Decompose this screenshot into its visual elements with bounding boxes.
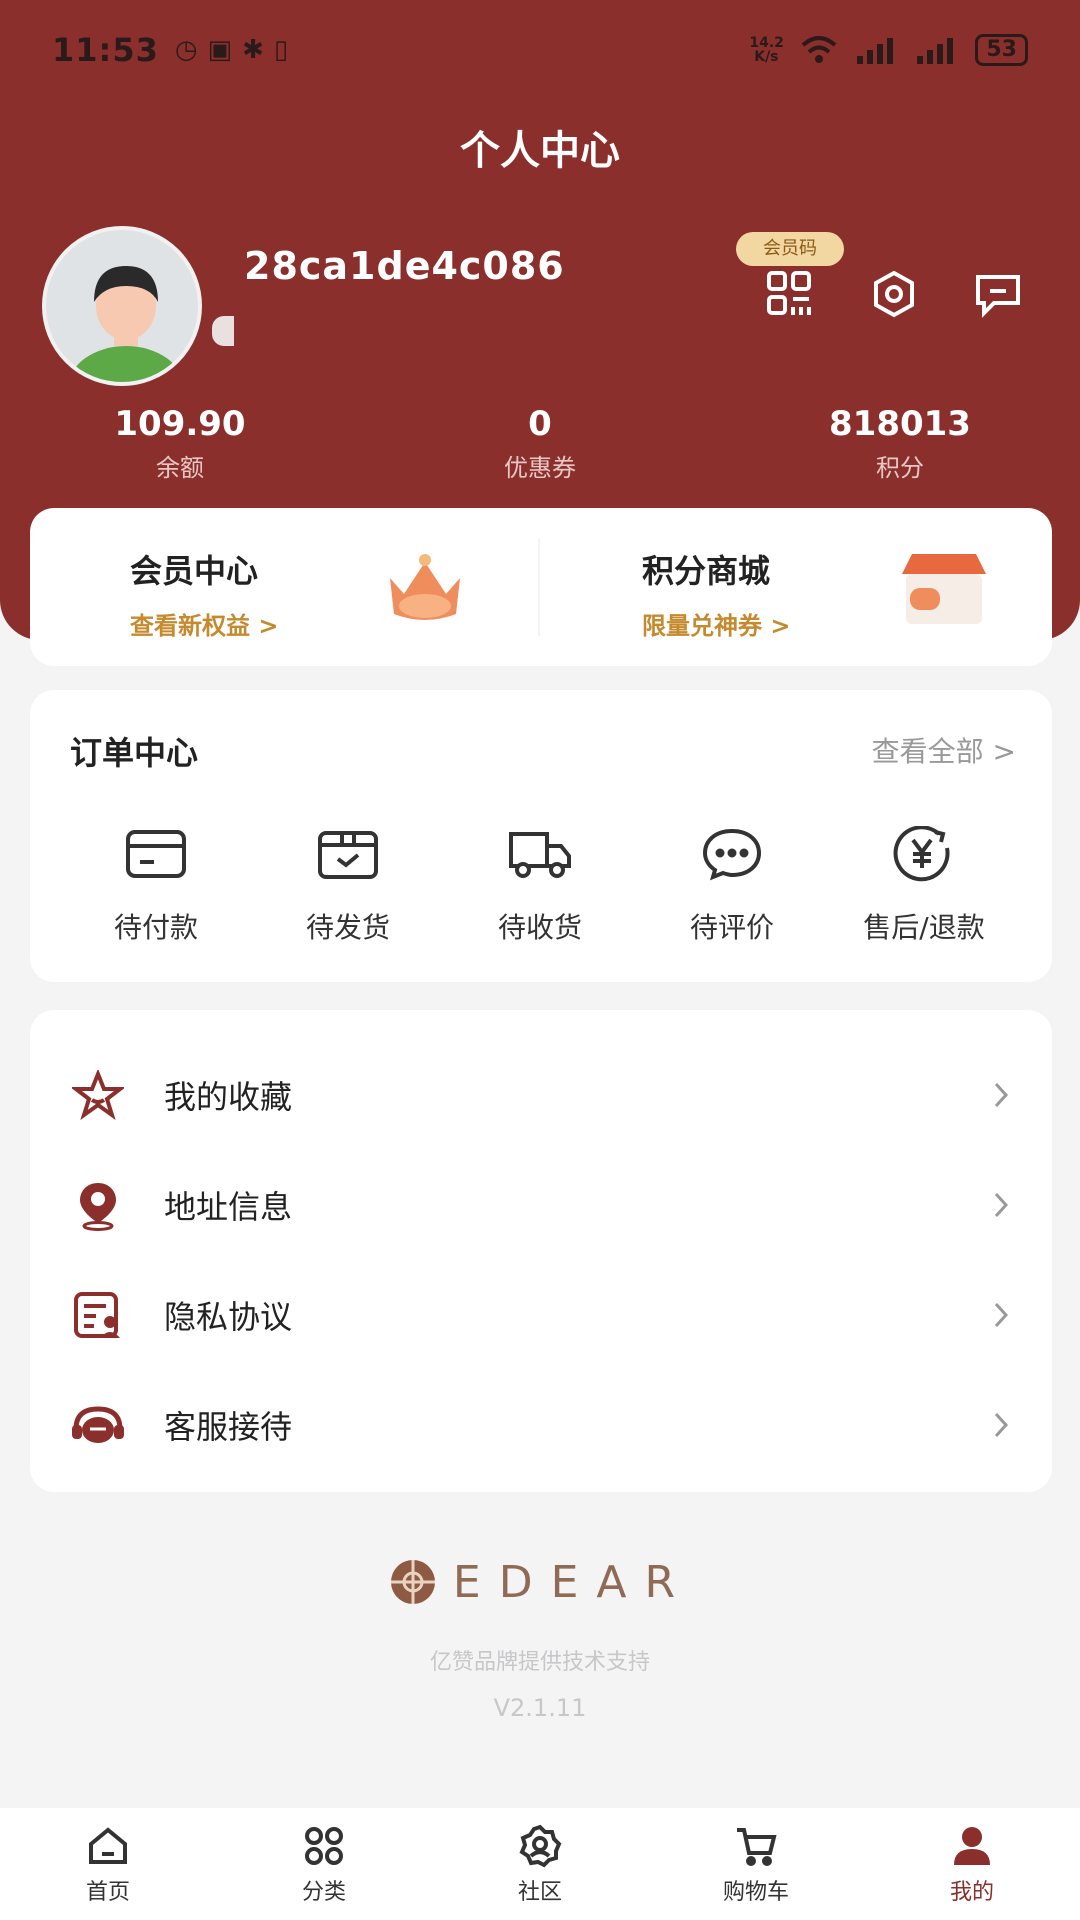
grid-icon bbox=[305, 1827, 343, 1865]
headset-icon bbox=[72, 1406, 124, 1443]
network-speed: 14.2 K/s bbox=[749, 35, 784, 65]
order-pending-receipt[interactable]: 待收货 bbox=[450, 824, 630, 946]
yen-refund-icon bbox=[893, 826, 950, 882]
menu-item-privacy-label: 隐私协议 bbox=[164, 1298, 293, 1336]
notification-icons: ◷ ▣ ✱ ▯ bbox=[175, 35, 288, 65]
app-notification-icon: ▣ bbox=[207, 35, 233, 65]
location-pin-icon bbox=[80, 1183, 116, 1231]
promo-divider bbox=[538, 538, 540, 636]
username: 28ca1de4c086 bbox=[244, 244, 565, 288]
order-pending-payment[interactable]: 待付款 bbox=[66, 824, 246, 946]
brand-logo: EDEAR bbox=[0, 1556, 1080, 1608]
points-mall-link[interactable]: 积分商城 限量兑神券 > bbox=[642, 546, 790, 641]
tab-category-label: 分类 bbox=[301, 1880, 346, 1905]
order-pending-payment-label: 待付款 bbox=[113, 911, 198, 944]
signal-icon bbox=[917, 38, 954, 64]
tab-cart-label: 购物车 bbox=[722, 1880, 789, 1905]
points-label: 积分 bbox=[876, 454, 924, 482]
truck-icon bbox=[509, 832, 571, 878]
avatar[interactable] bbox=[42, 226, 202, 386]
star-icon bbox=[72, 1070, 124, 1120]
brand-emblem-icon bbox=[390, 1560, 435, 1604]
menu-item-customer-service-label: 客服接待 bbox=[164, 1408, 293, 1446]
card-icon bbox=[126, 830, 186, 878]
tab-cart[interactable]: 购物车 bbox=[676, 1824, 836, 1906]
message-button[interactable] bbox=[970, 266, 1026, 322]
member-code-badge: 会员码 bbox=[736, 232, 844, 266]
chevron-right-icon bbox=[994, 1192, 1009, 1218]
tab-mine[interactable]: 我的 bbox=[892, 1824, 1052, 1906]
member-level-indicator bbox=[212, 316, 234, 346]
menu-item-address-label: 地址信息 bbox=[164, 1188, 293, 1226]
status-time: 11:53 bbox=[52, 31, 159, 69]
tab-home-label: 首页 bbox=[85, 1880, 130, 1905]
qrcode-button[interactable] bbox=[762, 266, 818, 322]
coupon-stat[interactable]: 0 优惠券 bbox=[390, 404, 690, 483]
brand-name: EDEAR bbox=[452, 1556, 694, 1608]
order-center-card: 订单中心 查看全部 > 待付款 待发货 待收货 待评价 售后/退款 bbox=[30, 690, 1052, 982]
points-mall-subtitle: 限量兑神券 > bbox=[642, 612, 791, 640]
document-user-icon bbox=[74, 1292, 120, 1338]
points-mall-title: 积分商城 bbox=[642, 552, 771, 590]
balance-value: 109.90 bbox=[114, 404, 246, 444]
menu-item-customer-service[interactable]: 客服接待 bbox=[30, 1370, 1052, 1480]
member-center-title: 会员中心 bbox=[130, 552, 259, 590]
tab-community[interactable]: 社区 bbox=[460, 1824, 620, 1906]
tab-mine-label: 我的 bbox=[949, 1880, 994, 1905]
chat-icon bbox=[702, 828, 762, 881]
tech-support-text: 亿赞品牌提供技术支持 bbox=[429, 1650, 650, 1675]
tab-bar: 首页 分类 社区 购物车 我的 bbox=[0, 1808, 1080, 1920]
order-center-title: 订单中心 bbox=[70, 734, 199, 772]
coupon-label: 优惠券 bbox=[504, 454, 576, 482]
menu-item-address[interactable]: 地址信息 bbox=[30, 1150, 1052, 1260]
menu-item-favorites[interactable]: 我的收藏 bbox=[30, 1040, 1052, 1150]
user-icon bbox=[954, 1827, 990, 1865]
wifi-icon bbox=[802, 36, 837, 63]
tab-category[interactable]: 分类 bbox=[244, 1824, 404, 1906]
points-value: 818013 bbox=[829, 404, 971, 444]
battery-icon: 53 bbox=[975, 34, 1028, 66]
chevron-right-icon bbox=[994, 1082, 1009, 1108]
status-bar: 11:53 ◷ ▣ ✱ ▯ 14.2 K/s 53 bbox=[0, 0, 1080, 100]
chevron-right-icon bbox=[994, 1302, 1009, 1328]
shop-box-icon bbox=[902, 554, 986, 624]
vibrate-icon: ▯ bbox=[273, 35, 289, 65]
message-icon bbox=[976, 275, 1020, 318]
settings-button[interactable] bbox=[866, 266, 922, 322]
tab-home[interactable]: 首页 bbox=[28, 1824, 188, 1906]
menu-item-favorites-label: 我的收藏 bbox=[164, 1078, 293, 1116]
crown-gift-icon bbox=[390, 554, 460, 620]
settings-hexagon-icon bbox=[874, 270, 914, 318]
status-indicators: 14.2 K/s 53 bbox=[749, 34, 1028, 66]
order-pending-shipment[interactable]: 待发货 bbox=[258, 824, 438, 946]
order-after-sales[interactable]: 售后/退款 bbox=[834, 824, 1014, 946]
box-icon bbox=[318, 831, 378, 879]
qrcode-icon bbox=[767, 271, 811, 315]
order-pending-receipt-label: 待收货 bbox=[497, 911, 582, 944]
bluetooth-icon: ✱ bbox=[242, 35, 264, 65]
menu-item-privacy[interactable]: 隐私协议 bbox=[30, 1260, 1052, 1370]
member-center-subtitle: 查看新权益 > bbox=[130, 612, 279, 640]
order-pending-shipment-label: 待发货 bbox=[305, 911, 390, 944]
points-stat[interactable]: 818013 积分 bbox=[750, 404, 1050, 483]
page-title: 个人中心 bbox=[460, 128, 620, 174]
cart-icon bbox=[737, 1828, 777, 1866]
tab-community-label: 社区 bbox=[517, 1880, 562, 1905]
speedometer-icon: ◷ bbox=[174, 35, 198, 65]
coupon-value: 0 bbox=[528, 404, 552, 444]
menu-card: 我的收藏 地址信息 隐私协议 客服接待 bbox=[30, 1010, 1052, 1492]
member-center-link[interactable]: 会员中心 查看新权益 > bbox=[130, 546, 278, 641]
order-pending-review-label: 待评价 bbox=[689, 911, 774, 944]
promo-card: 会员中心 查看新权益 > 积分商城 限量兑神券 > bbox=[30, 508, 1052, 666]
community-icon bbox=[519, 1824, 562, 1868]
balance-stat[interactable]: 109.90 余额 bbox=[30, 404, 330, 483]
version-text: V2.1.11 bbox=[493, 1694, 587, 1722]
order-after-sales-label: 售后/退款 bbox=[863, 911, 985, 944]
home-icon bbox=[89, 1827, 127, 1864]
signal-icon bbox=[857, 38, 894, 64]
order-pending-review[interactable]: 待评价 bbox=[642, 824, 822, 946]
chevron-right-icon bbox=[994, 1412, 1009, 1438]
balance-label: 余额 bbox=[156, 454, 204, 482]
view-all-orders-link[interactable]: 查看全部 > bbox=[872, 730, 1016, 770]
